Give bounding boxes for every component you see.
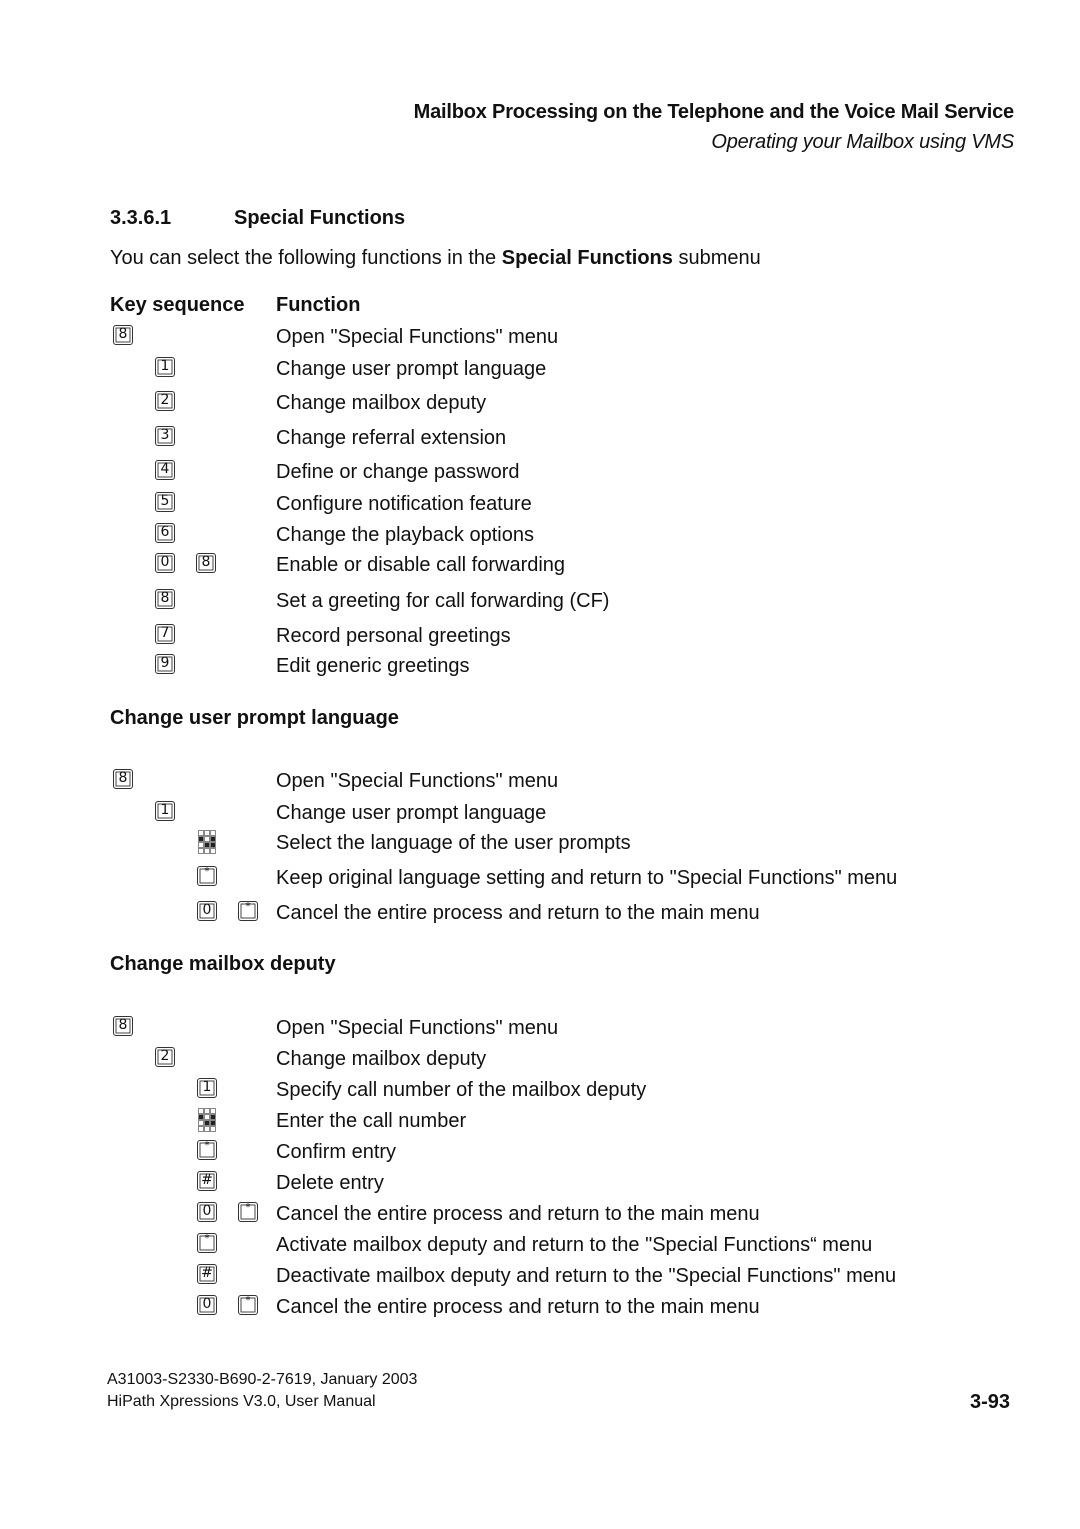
- function-description: Open "Special Functions" menu: [276, 1017, 559, 1039]
- table-row: * Keep original language setting and retu…: [0, 865, 1080, 895]
- keypad-icon: [198, 1108, 216, 1132]
- table-row: 2 Change mailbox deputy: [0, 390, 1080, 420]
- page-header-subtitle: Operating your Mailbox using VMS: [711, 131, 1014, 153]
- table-row: 8 Open "Special Functions" menu: [0, 324, 1080, 354]
- function-description: Change the playback options: [276, 524, 534, 546]
- key-9-icon: 9: [155, 654, 175, 674]
- function-description: Cancel the entire process and return to …: [276, 1203, 760, 1225]
- star-key-icon: *: [197, 1233, 217, 1253]
- star-key-icon: *: [238, 1295, 258, 1315]
- table-row: 9 Edit generic greetings: [0, 653, 1080, 683]
- table-row: 0 8 Enable or disable call forwarding: [0, 552, 1080, 582]
- table-row: 8 Set a greeting for call forwarding (CF): [0, 588, 1080, 618]
- page-header-title: Mailbox Processing on the Telephone and …: [413, 101, 1015, 123]
- function-description: Specify call number of the mailbox deput…: [276, 1079, 647, 1101]
- table-row: 2 Change mailbox deputy: [0, 1046, 1080, 1076]
- subsection-heading-prompt-language: Change user prompt language: [110, 707, 399, 729]
- function-description: Confirm entry: [276, 1141, 397, 1163]
- key-0-icon: 0: [197, 1202, 217, 1222]
- table-row: 7 Record personal greetings: [0, 623, 1080, 653]
- key-1-icon: 1: [197, 1078, 217, 1098]
- subsection-heading-mailbox-deputy: Change mailbox deputy: [110, 953, 336, 975]
- star-key-icon: *: [197, 1140, 217, 1160]
- function-description: Delete entry: [276, 1172, 384, 1194]
- star-key-icon: *: [238, 1202, 258, 1222]
- key-7-icon: 7: [155, 624, 175, 644]
- key-2-icon: 2: [155, 1047, 175, 1067]
- function-description: Set a greeting for call forwarding (CF): [276, 590, 610, 612]
- table-row: 0 * Cancel the entire process and return t…: [0, 1294, 1080, 1324]
- hash-key-icon: #: [197, 1171, 217, 1191]
- keypad-icon: [198, 830, 216, 854]
- key-4-icon: 4: [155, 460, 175, 480]
- function-description: Enter the call number: [276, 1110, 467, 1132]
- page-number: 3-93: [969, 1391, 1010, 1413]
- footer-doc-id: A31003-S2330-B690-2-7619, January 2003: [107, 1371, 418, 1388]
- key-2-icon: 2: [155, 391, 175, 411]
- table-row: 0 * Cancel the entire process and return t…: [0, 900, 1080, 930]
- function-description: Enable or disable call forwarding: [276, 554, 566, 576]
- key-6-icon: 6: [155, 523, 175, 543]
- hash-key-icon: #: [197, 1264, 217, 1284]
- function-description: Deactivate mailbox deputy and return to …: [276, 1265, 897, 1287]
- function-description: Change user prompt language: [276, 802, 547, 824]
- table-row: 8 Open "Special Functions" menu: [0, 1015, 1080, 1045]
- key-3-icon: 3: [155, 426, 175, 446]
- function-description: Change user prompt language: [276, 358, 547, 380]
- table-row: 4 Define or change password: [0, 459, 1080, 489]
- table-row: * Activate mailbox deputy and return to t…: [0, 1232, 1080, 1262]
- table-row: 0 * Cancel the entire process and return t…: [0, 1201, 1080, 1231]
- table-row: 1 Change user prompt language: [0, 800, 1080, 830]
- intro-text-end: submenu: [672, 247, 761, 269]
- section-number: 3.3.6.1: [110, 207, 172, 229]
- table-row: 3 Change referral extension: [0, 425, 1080, 455]
- table-row: 8 Open "Special Functions" menu: [0, 768, 1080, 798]
- function-description: Keep original language setting and retur…: [276, 867, 898, 889]
- intro-bold: Special Functions: [501, 247, 673, 269]
- footer-manual: HiPath Xpressions V3.0, User Manual: [107, 1393, 376, 1410]
- table-row: # Deactivate mailbox deputy and return to…: [0, 1263, 1080, 1293]
- table-row: 1 Specify call number of the mailbox depu…: [0, 1077, 1080, 1107]
- function-description: Define or change password: [276, 461, 520, 483]
- key-8-icon: 8: [155, 589, 175, 609]
- table-row: * Confirm entry: [0, 1139, 1080, 1169]
- key-8-icon: 8: [196, 553, 216, 573]
- function-description: Edit generic greetings: [276, 655, 470, 677]
- table-row: Select the language of the user prompts: [0, 830, 1080, 860]
- section-intro: You can select the following functions i…: [110, 247, 761, 270]
- function-description: Change mailbox deputy: [276, 1048, 487, 1070]
- table-row: 1 Change user prompt language: [0, 356, 1080, 386]
- function-description: Activate mailbox deputy and return to th…: [276, 1234, 873, 1256]
- table-row: 5 Configure notification feature: [0, 491, 1080, 521]
- column-header-function: Function: [276, 294, 361, 316]
- table-row: 6 Change the playback options: [0, 522, 1080, 552]
- column-header-key-sequence: Key sequence: [110, 294, 245, 316]
- function-description: Cancel the entire process and return to …: [276, 1296, 760, 1318]
- key-1-icon: 1: [155, 357, 175, 377]
- key-0-icon: 0: [155, 553, 175, 573]
- function-description: Configure notification feature: [276, 493, 532, 515]
- table-row: Enter the call number: [0, 1108, 1080, 1138]
- function-description: Cancel the entire process and return to …: [276, 902, 760, 924]
- table-row: # Delete entry: [0, 1170, 1080, 1200]
- function-description: Change mailbox deputy: [276, 392, 487, 414]
- intro-text: You can select the following functions i…: [110, 247, 502, 269]
- key-0-icon: 0: [197, 1295, 217, 1315]
- key-8-icon: 8: [113, 769, 133, 789]
- key-8-icon: 8: [113, 325, 133, 345]
- function-description: Open "Special Functions" menu: [276, 770, 559, 792]
- key-0-icon: 0: [197, 901, 217, 921]
- star-key-icon: *: [238, 901, 258, 921]
- key-5-icon: 5: [155, 492, 175, 512]
- function-description: Change referral extension: [276, 427, 507, 449]
- function-description: Open "Special Functions" menu: [276, 326, 559, 348]
- function-description: Record personal greetings: [276, 625, 511, 647]
- star-key-icon: *: [197, 866, 217, 886]
- key-1-icon: 1: [155, 801, 175, 821]
- key-8-icon: 8: [113, 1016, 133, 1036]
- function-description: Select the language of the user prompts: [276, 832, 631, 854]
- section-title: Special Functions: [234, 207, 406, 229]
